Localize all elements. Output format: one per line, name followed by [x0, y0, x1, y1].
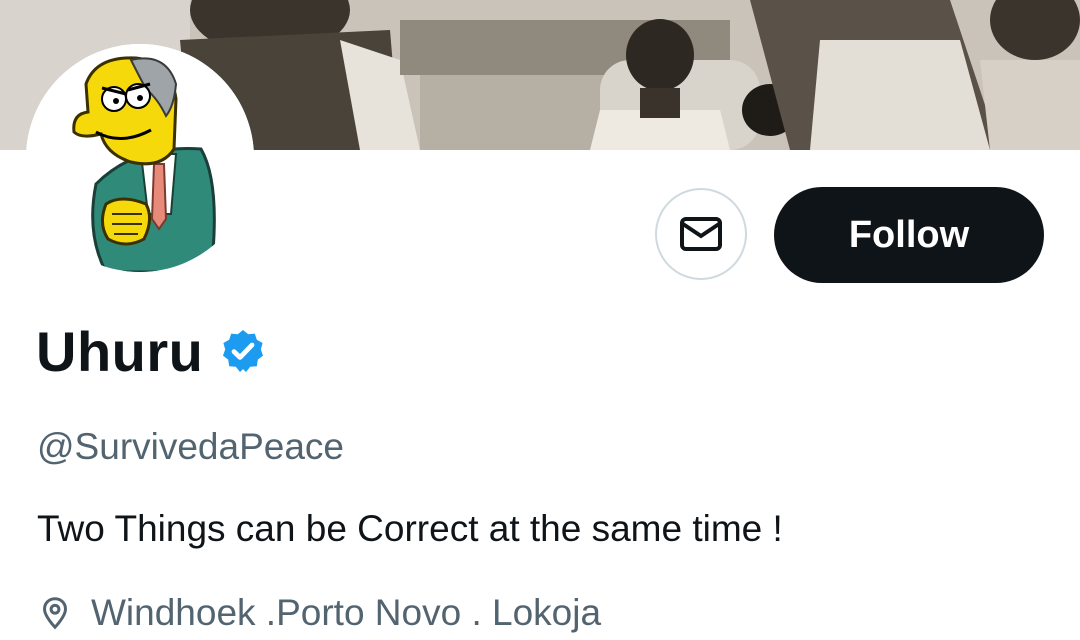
location-pin-icon — [37, 595, 73, 631]
profile-avatar[interactable] — [26, 44, 254, 272]
message-button[interactable] — [655, 188, 747, 280]
profile-bio: Two Things can be Correct at the same ti… — [37, 508, 783, 549]
verified-badge-icon[interactable] — [219, 327, 267, 375]
cartoon-avatar — [26, 44, 254, 272]
profile-location: Windhoek .Porto Novo . Lokoja — [37, 592, 601, 634]
location-text: Windhoek .Porto Novo . Lokoja — [91, 592, 602, 633]
mail-icon — [680, 217, 722, 251]
name-row: Uhuru — [36, 316, 267, 386]
profile-handle: @SurvivedaPeace — [37, 426, 345, 467]
follow-button[interactable]: Follow — [774, 187, 1044, 283]
display-name: Uhuru — [36, 319, 204, 383]
profile-header: Follow Uhuru @SurvivedaPeace Two Things … — [0, 0, 1080, 640]
